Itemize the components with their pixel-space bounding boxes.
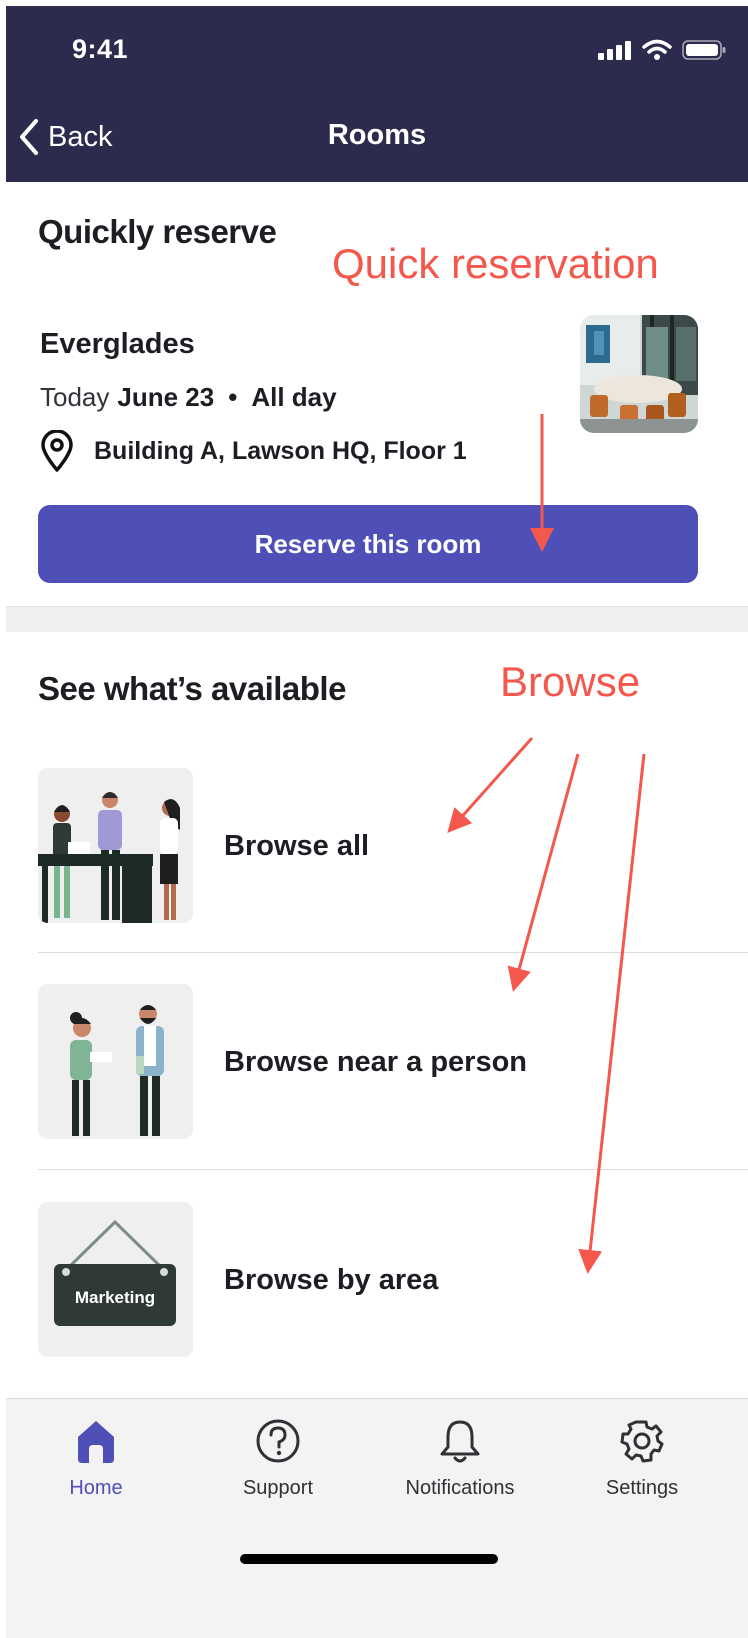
room-duration: All day [251,382,337,412]
browse-by-area-item[interactable]: Marketing Browse by area [6,1188,748,1404]
wifi-icon [642,39,672,60]
home-icon [78,1421,114,1463]
browse-by-area-label: Browse by area [224,1264,439,1296]
quick-reserve-title: Quickly reserve [38,213,277,250]
tab-bar: Home Support Notifications Settings [6,1398,748,1638]
list-separator [38,1169,748,1170]
room-time: Today June 23 • All day [40,382,337,413]
browse-all-item[interactable]: Browse all [6,754,748,970]
bell-icon [440,1420,480,1463]
reserve-room-button[interactable]: Reserve this room [38,505,698,583]
app-screen: 9:41 Back Rooms Quickly reserve Everglad… [6,6,748,1638]
browse-near-person-label: Browse near a person [224,1046,527,1078]
browse-annotation: Browse [500,658,641,705]
tab-notifications-label: Notifications [405,1477,515,1499]
browse-near-person-item[interactable]: Browse near a person [6,970,748,1186]
time-separator: • [228,382,238,412]
tab-support[interactable]: Support [188,1417,368,1500]
tab-home[interactable]: Home [6,1417,186,1500]
page-title: Rooms [327,119,427,151]
browse-all-label: Browse all [224,830,370,862]
header-bar: 9:41 Back Rooms [6,6,748,182]
room-location: Building A, Lawson HQ, Floor 1 [40,430,467,472]
hanging-sign-illustration: Marketing [38,1202,193,1357]
room-location-text: Building A, Lawson HQ, Floor 1 [94,436,467,465]
tab-home-label: Home [69,1477,123,1499]
quick-reservation-annotation: Quick reservation [332,240,659,287]
sign-text: Marketing [75,1288,155,1307]
room-day: Today [40,382,110,412]
tab-settings[interactable]: Settings [552,1417,732,1500]
tab-support-label: Support [242,1477,314,1499]
browse-section-title: See what’s available [38,670,346,707]
cellular-signal-icon [598,41,631,60]
status-time: 9:41 [72,34,129,64]
people-at-table-illustration [38,768,193,923]
room-name: Everglades [40,328,195,360]
home-indicator[interactable] [240,1554,498,1564]
tab-settings-label: Settings [605,1477,679,1499]
section-divider [6,606,748,632]
question-circle-icon [256,1419,300,1463]
status-icons [598,39,726,61]
gear-icon [620,1420,664,1463]
room-photo [580,315,698,433]
list-separator [38,952,748,953]
two-people-talking-illustration [38,984,193,1139]
room-date: June 23 [117,382,215,412]
tab-notifications[interactable]: Notifications [370,1417,550,1500]
battery-icon [682,40,726,60]
location-pin-icon [41,430,73,472]
